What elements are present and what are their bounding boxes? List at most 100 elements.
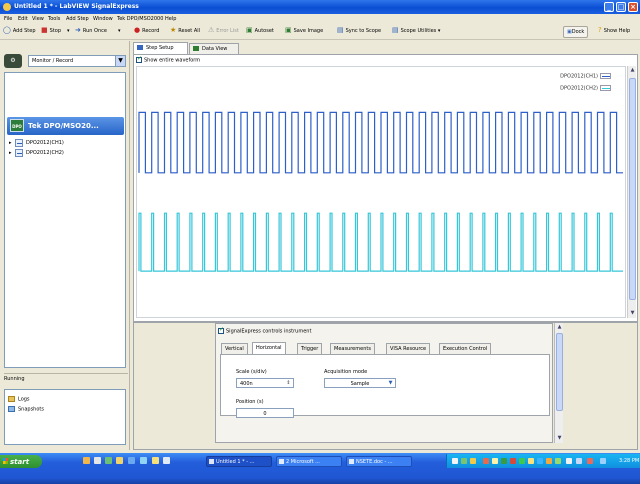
tab-data-view[interactable]: Data View	[189, 43, 239, 54]
device-step-label: Tek DPO/MSO20...	[28, 122, 99, 130]
scrollbar-thumb[interactable]	[556, 333, 563, 411]
position-input[interactable]: 0	[236, 408, 294, 418]
scroll-up-icon[interactable]: ▲	[555, 323, 564, 332]
tab-execution-control[interactable]: Execution Control	[439, 343, 492, 354]
taskbar-item-signalexpress[interactable]: Untitled 1 * - ...	[206, 456, 272, 467]
tab-measurements[interactable]: Measurements	[330, 343, 375, 354]
quicklaunch-icon[interactable]	[128, 457, 135, 464]
error-list-button[interactable]: ⚠ Error List	[208, 27, 239, 35]
stop-button[interactable]: ■ Stop	[41, 26, 61, 35]
scroll-down-icon[interactable]: ▼	[555, 434, 564, 443]
tab-trigger[interactable]: Trigger	[297, 343, 323, 354]
stop-icon: ■	[41, 26, 48, 34]
tray-icon[interactable]	[555, 458, 561, 464]
stop-dropdown[interactable]: ▾	[67, 28, 70, 34]
save-image-button[interactable]: ▣ Save Image	[285, 27, 323, 35]
checkbox-icon[interactable]	[218, 326, 224, 334]
scroll-down-icon[interactable]: ▼	[628, 309, 637, 318]
show-entire-waveform-checkbox[interactable]: Show entire waveform	[136, 55, 220, 66]
expand-icon[interactable]: ▸	[9, 150, 12, 156]
acquisition-mode-select[interactable]: Sample ▼	[324, 378, 396, 388]
position-label: Position (s)	[236, 399, 264, 405]
tree-item-ch2[interactable]: ▸ DPO2012(CH2)	[9, 149, 119, 158]
show-help-button[interactable]: ? Show Help	[598, 27, 630, 35]
chevron-down-icon[interactable]: ▼	[115, 56, 125, 66]
quicklaunch-icon[interactable]	[94, 457, 101, 464]
tree-item-ch1[interactable]: ▸ DPO2012(CH1)	[9, 139, 119, 148]
logs-item[interactable]: Logs	[8, 396, 30, 403]
quicklaunch-icon[interactable]	[105, 457, 112, 464]
acquisition-mode-label: Acquisition mode	[324, 369, 368, 375]
quicklaunch-icon[interactable]	[152, 457, 159, 464]
close-button[interactable]: ×	[628, 2, 638, 12]
record-button[interactable]: ● Record	[134, 27, 159, 35]
menu-edit[interactable]: Edit	[18, 16, 28, 22]
add-step-button[interactable]: ◯ Add Step	[3, 26, 36, 35]
taskbar-item-microsoft[interactable]: 2 Microsoft ...	[276, 456, 342, 467]
dock-button[interactable]: ▣Dock	[563, 26, 589, 38]
quicklaunch-icon[interactable]	[116, 457, 123, 464]
menu-window[interactable]: Window	[93, 16, 113, 22]
menu-view[interactable]: View	[32, 16, 44, 22]
menu-add-step[interactable]: Add Step	[66, 16, 89, 22]
quicklaunch-icon[interactable]	[140, 457, 147, 464]
tray-icon[interactable]	[483, 458, 489, 464]
waveform-graph[interactable]: DPO2012(CH1) DPO2012(CH2)	[136, 66, 626, 318]
sync-to-scope-button[interactable]: ▤ Sync to Scope	[337, 27, 381, 35]
legend-swatch	[600, 85, 611, 91]
add-step-icon: ◯	[3, 26, 11, 34]
tab-vertical[interactable]: Vertical	[221, 343, 248, 354]
device-step-header[interactable]: DPO Tek DPO/MSO20...	[7, 117, 124, 135]
tray-icon[interactable]	[537, 458, 543, 464]
tray-icon[interactable]	[461, 458, 467, 464]
snapshots-item[interactable]: Snapshots	[8, 406, 44, 413]
tray-icon[interactable]	[470, 458, 476, 464]
scope-utilities-button[interactable]: ▤ Scope Utilities ▾	[392, 27, 440, 35]
scrollbar-thumb[interactable]	[629, 78, 636, 300]
tray-icon[interactable]	[600, 458, 606, 464]
tray-icon[interactable]	[519, 458, 525, 464]
checkbox-icon[interactable]	[136, 55, 142, 63]
chevron-down-icon[interactable]: ▼	[387, 380, 394, 387]
data-view-icon	[193, 46, 199, 51]
graph-scrollbar[interactable]: ▲ ▼	[627, 66, 636, 318]
run-once-button[interactable]: ➜ Run Once	[75, 27, 107, 35]
controls-instrument-checkbox[interactable]: SignalExpress controls instrument	[218, 326, 311, 335]
tray-icon[interactable]	[528, 458, 534, 464]
tab-visa-resource[interactable]: VISA Resource	[386, 343, 431, 354]
menu-bar: File Edit View Tools Add Step Window Tek…	[0, 14, 640, 24]
menu-tools[interactable]: Tools	[48, 16, 60, 22]
scale-input[interactable]: 400n ⇕	[236, 378, 294, 388]
running-section-label: Running	[4, 373, 128, 383]
start-button[interactable]: start	[0, 455, 42, 468]
project-view-icon[interactable]: ⚙	[4, 54, 22, 68]
monitor-record-select[interactable]: Monitor / Record ▼	[28, 55, 126, 67]
spin-icon[interactable]: ⇕	[285, 380, 292, 387]
tray-icon[interactable]	[452, 458, 458, 464]
tray-icon[interactable]	[501, 458, 507, 464]
reset-all-button[interactable]: ★ Reset All	[170, 27, 200, 35]
tray-icon[interactable]	[566, 458, 572, 464]
window-title-bar[interactable]: Untitled 1 * - LabVIEW SignalExpress _ □…	[0, 0, 640, 14]
window-title: Untitled 1 * - LabVIEW SignalExpress	[14, 3, 139, 10]
menu-file[interactable]: File	[4, 16, 12, 22]
tray-icon[interactable]	[510, 458, 516, 464]
run-dropdown[interactable]: ▾	[118, 28, 121, 34]
quicklaunch-icon[interactable]	[163, 457, 170, 464]
config-scrollbar[interactable]: ▲ ▼	[554, 323, 563, 443]
tray-icon[interactable]	[576, 458, 582, 464]
expand-icon[interactable]: ▸	[9, 140, 12, 146]
autoset-button[interactable]: ▣ Autoset	[246, 27, 274, 35]
tray-icon[interactable]	[546, 458, 552, 464]
scroll-up-icon[interactable]: ▲	[628, 66, 637, 75]
tray-icon[interactable]	[492, 458, 498, 464]
menu-tek-dpo[interactable]: Tek DPO/MSO2000	[117, 16, 163, 22]
minimize-button[interactable]: _	[604, 2, 614, 12]
tab-horizontal[interactable]: Horizontal	[252, 342, 286, 354]
maximize-button[interactable]: □	[616, 2, 626, 12]
tray-icon[interactable]	[587, 458, 593, 464]
quicklaunch-icon[interactable]	[83, 457, 90, 464]
tab-step-setup[interactable]: Step Setup	[133, 42, 188, 54]
taskbar-item-document[interactable]: NSETE.doc - ...	[346, 456, 412, 467]
menu-help[interactable]: Help	[165, 16, 176, 22]
